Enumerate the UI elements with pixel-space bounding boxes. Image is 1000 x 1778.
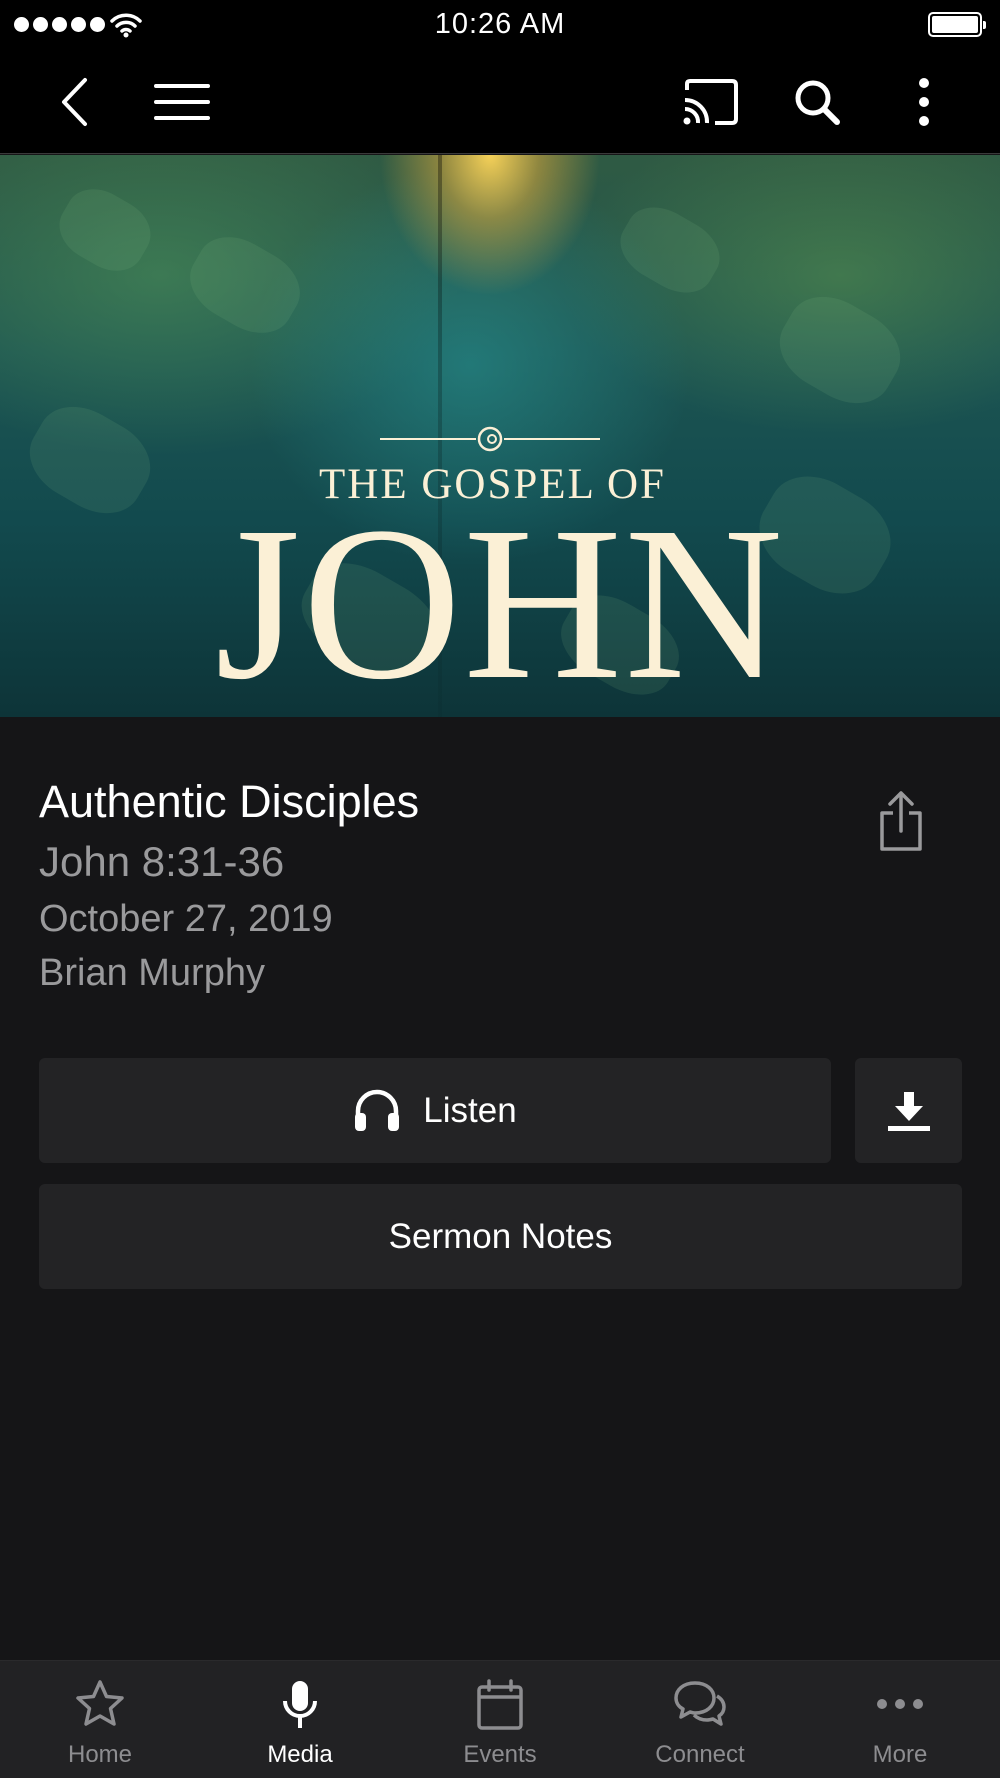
star-icon [76,1680,124,1726]
search-icon[interactable] [785,70,849,134]
headphones-icon [355,1089,400,1131]
tab-home-label: Home [67,1741,133,1768]
sermon-date: October 27, 2019 [39,898,333,940]
share-icon [880,791,922,851]
microphone-icon [283,1681,317,1728]
back-icon[interactable] [42,70,106,134]
tab-events-label: Events [463,1741,537,1768]
more-vertical-icon[interactable] [892,70,956,134]
status-bar: 10:26 AM [0,0,1000,50]
listen-label: Listen [423,1090,517,1130]
sermon-notes-button[interactable]: Sermon Notes [39,1184,962,1289]
tab-bar: Home Media Events Connect More [0,1660,1000,1778]
chat-bubbles-icon [674,1681,726,1726]
tab-home[interactable]: Home [0,1661,200,1778]
tab-media[interactable]: Media [200,1661,400,1778]
tab-events[interactable]: Events [400,1661,600,1778]
speaker-name: Brian Murphy [39,952,265,994]
artwork-title: JOHN [214,481,786,717]
download-button[interactable] [855,1058,962,1163]
sermon-title: Authentic Disciples [39,776,420,827]
cast-icon[interactable] [678,70,742,134]
tab-connect-label: Connect [655,1741,745,1768]
battery-icon [928,12,986,37]
ellipsis-icon [877,1699,923,1709]
scripture-reference: John 8:31-36 [39,838,285,885]
sermon-notes-label: Sermon Notes [388,1216,613,1256]
sermon-series-artwork: THE GOSPEL OF JOHN [0,155,1000,717]
download-icon [887,1091,930,1131]
tab-more-label: More [872,1741,928,1768]
tab-media-label: Media [267,1741,333,1768]
status-time: 10:26 AM [434,8,566,40]
nav-bar [0,50,1000,154]
share-button[interactable] [870,786,932,856]
tab-more[interactable]: More [800,1661,1000,1778]
tab-connect[interactable]: Connect [600,1661,800,1778]
ornament-divider [380,426,600,452]
menu-icon[interactable] [150,70,214,134]
calendar-icon [477,1679,523,1730]
listen-button[interactable]: Listen [39,1058,831,1163]
